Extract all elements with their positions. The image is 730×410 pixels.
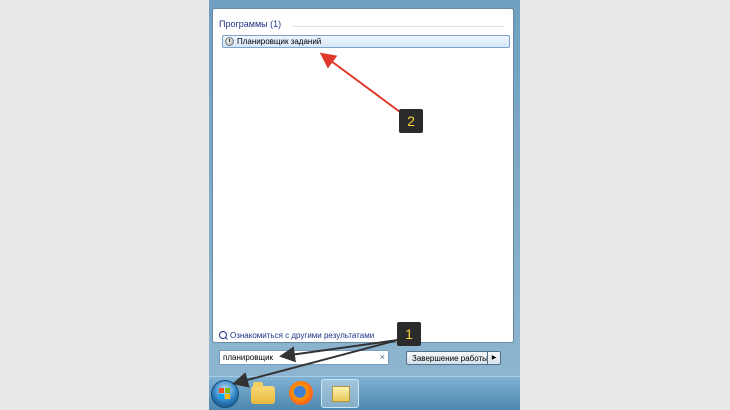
taskbar (209, 376, 520, 410)
clear-search-icon[interactable]: × (380, 352, 385, 362)
more-results-label: Ознакомиться с другими результатами (230, 331, 375, 340)
shutdown-button[interactable]: Завершение работы ▶ (406, 351, 501, 365)
annotation-badge-1: 1 (397, 322, 421, 346)
annotation-badge-2: 2 (399, 109, 423, 133)
start-menu: Программы (1) Планировщик заданий Ознако… (209, 0, 520, 376)
active-app-button[interactable] (321, 379, 359, 408)
active-app-icon (332, 386, 350, 402)
windows-flag-icon (219, 388, 231, 400)
start-search-input[interactable]: планировщик × (219, 350, 389, 365)
windows-explorer-icon[interactable] (251, 382, 275, 404)
result-item-label: Планировщик заданий (237, 37, 322, 46)
more-results-link[interactable]: Ознакомиться с другими результатами (219, 331, 374, 340)
search-input-value: планировщик (223, 353, 274, 362)
shutdown-label: Завершение работы (412, 354, 488, 363)
group-divider (293, 26, 505, 27)
firefox-icon[interactable] (289, 381, 313, 405)
clock-icon (225, 37, 234, 46)
windows-start-orb-icon[interactable] (211, 380, 239, 408)
search-icon (219, 331, 227, 339)
result-item-task-scheduler[interactable]: Планировщик заданий (222, 35, 510, 48)
start-menu-results-pane: Программы (1) Планировщик заданий Ознако… (212, 8, 514, 343)
programs-group-header: Программы (1) (219, 19, 282, 29)
shutdown-options-arrow-icon[interactable]: ▶ (487, 352, 500, 364)
desktop-screen: Программы (1) Планировщик заданий Ознако… (209, 0, 520, 410)
